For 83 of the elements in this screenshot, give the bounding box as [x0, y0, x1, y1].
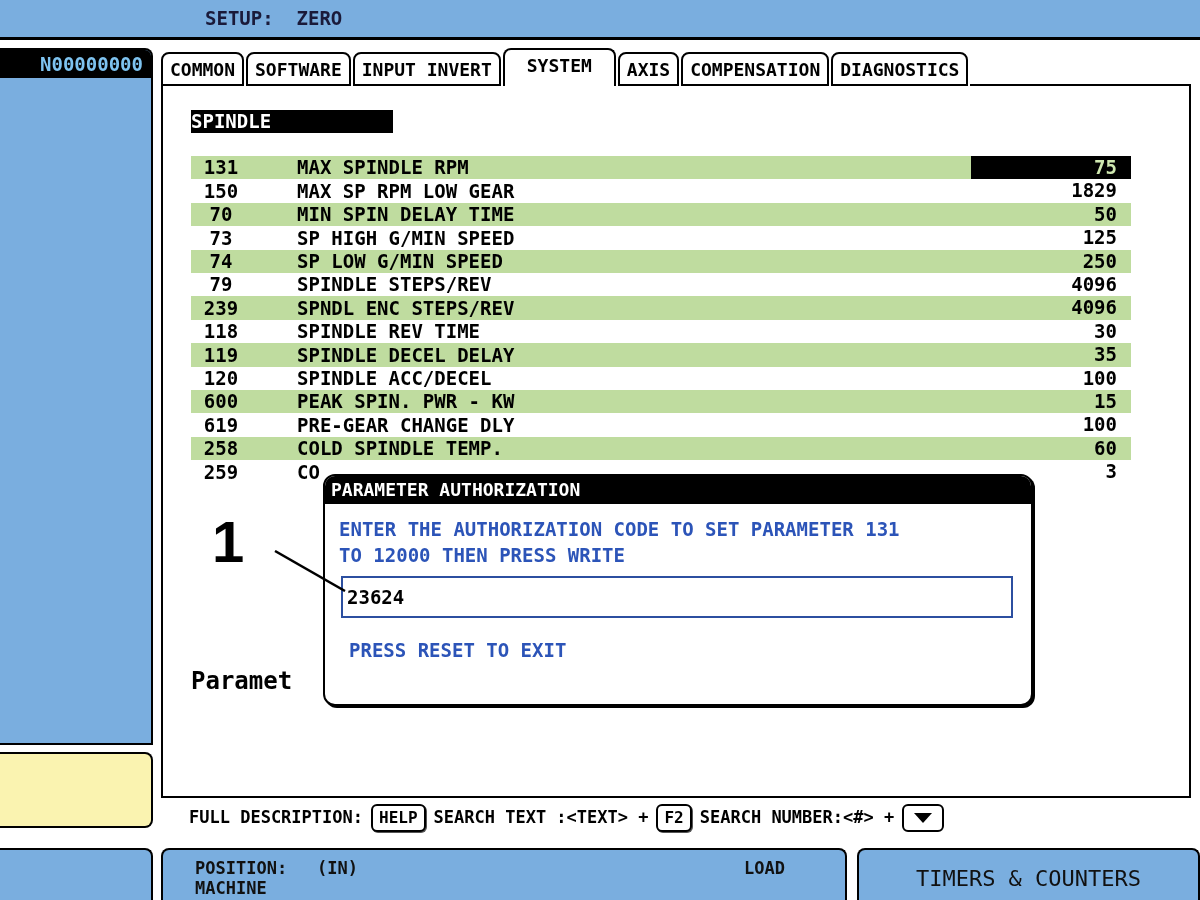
parameter-name: COLD SPINDLE TEMP. — [297, 436, 504, 462]
tab[interactable]: SOFTWARE — [246, 52, 351, 86]
dialog-message: ENTER THE AUTHORIZATION CODE TO SET PARAMETER 131 TO 12000 THEN PRESS WRITE — [339, 517, 901, 568]
parameter-number: 120 — [202, 365, 240, 391]
parameter-row[interactable]: 600 PEAK SPIN. PWR - KW 15 — [191, 389, 1131, 414]
parameter-number: 79 — [208, 272, 234, 298]
parameter-name: SPINDLE REV TIME — [297, 319, 482, 345]
parameter-name: PEAK SPIN. PWR - KW — [297, 389, 516, 415]
parameter-value: 100 — [1081, 413, 1118, 437]
parameter-value: 35 — [1093, 343, 1118, 367]
section-heading: SPINDLE — [191, 110, 393, 133]
parameter-number: 259 — [202, 459, 240, 485]
tab[interactable]: INPUT INVERT — [352, 52, 501, 86]
parameter-value: 50 — [1093, 202, 1118, 227]
parameter-number: 131 — [202, 155, 240, 181]
unit-label: (IN) — [317, 858, 358, 878]
parameter-number: 70 — [208, 202, 234, 228]
parameter-value: 3 — [1104, 460, 1118, 484]
parameter-name: PRE-GEAR CHANGE DLY — [297, 412, 516, 438]
help-label: FULL DESCRIPTION: — [189, 806, 363, 830]
parameter-name: SPINDLE DECEL DELAY — [297, 342, 516, 368]
parameter-number: 258 — [202, 436, 240, 462]
parameter-value: 4096 — [1070, 272, 1118, 297]
callout-number: 1 — [212, 512, 245, 572]
parameter-row[interactable]: 258 COLD SPINDLE TEMP. 60 — [191, 436, 1131, 461]
tab[interactable]: AXIS — [617, 52, 680, 86]
parameter-row[interactable]: 79 SPINDLE STEPS/REV 4096 — [191, 272, 1131, 297]
position-title: POSITION: — [195, 858, 289, 878]
parameter-number: 118 — [202, 319, 240, 345]
parameter-value: 15 — [1093, 389, 1118, 414]
parameter-number: 150 — [202, 178, 240, 204]
parameter-row[interactable]: 73 SP HIGH G/MIN SPEED 125 — [191, 226, 1131, 250]
timers-title: TIMERS & COUNTERS — [915, 866, 1142, 891]
tab[interactable]: DIAGNOSTICS — [831, 52, 969, 86]
parameter-value: 250 — [1081, 249, 1118, 273]
tab[interactable]: COMPENSATION — [681, 52, 830, 86]
tab[interactable]: COMMON — [161, 52, 245, 86]
description-text: Paramet — [191, 666, 294, 698]
parameter-row[interactable]: 150 MAX SP RPM LOW GEAR 1829 — [191, 179, 1131, 203]
parameter-value: 100 — [1081, 366, 1118, 390]
tab[interactable]: SYSTEM — [502, 48, 616, 86]
help-label: SEARCH NUMBER:<#> + — [699, 806, 895, 830]
parameter-row[interactable]: 119 SPINDLE DECEL DELAY 35 — [191, 343, 1131, 367]
parameter-value: 60 — [1093, 436, 1118, 461]
parameter-number: 600 — [202, 389, 240, 415]
parameter-row[interactable]: 74 SP LOW G/MIN SPEED 250 — [191, 249, 1131, 273]
parameter-value: 30 — [1093, 319, 1118, 344]
parameter-name: SP LOW G/MIN SPEED — [297, 249, 504, 274]
parameter-value: 75 — [971, 156, 1131, 180]
down-key-button[interactable] — [902, 804, 945, 832]
load-label: LOAD — [744, 858, 785, 878]
key-button[interactable]: F2 — [656, 804, 692, 832]
parameter-number: 74 — [208, 249, 234, 274]
parameter-name: SPINDLE STEPS/REV — [297, 272, 493, 298]
parameter-number: 239 — [202, 295, 240, 321]
parameter-row[interactable]: 619 PRE-GEAR CHANGE DLY 100 — [191, 413, 1131, 437]
parameter-row[interactable]: 120 SPINDLE ACC/DECEL 100 — [191, 366, 1131, 390]
mode-label: MACHINE — [195, 878, 268, 898]
parameter-number: 119 — [202, 342, 240, 368]
parameter-value: 125 — [1081, 226, 1118, 250]
parameter-row[interactable]: 239 SPNDL ENC STEPS/REV 4096 — [191, 296, 1131, 320]
parameter-name: SPNDL ENC STEPS/REV — [297, 295, 516, 321]
parameter-row[interactable]: 118 SPINDLE REV TIME 30 — [191, 319, 1131, 344]
screen-title: SETUP: ZERO — [205, 6, 343, 32]
parameter-name: SPINDLE ACC/DECEL — [297, 365, 493, 391]
program-number: N00000000 — [0, 50, 151, 78]
parameter-number: 619 — [202, 412, 240, 438]
dialog-hint: PRESS RESET TO EXIT — [349, 638, 568, 663]
parameter-name: CO — [297, 459, 321, 485]
parameter-name: MAX SPINDLE RPM — [297, 155, 470, 181]
parameter-name: MIN SPIN DELAY TIME — [297, 202, 516, 228]
parameter-name: MAX SP RPM LOW GEAR — [297, 178, 516, 204]
dialog-title: PARAMETER AUTHORIZATION — [325, 476, 1031, 504]
down-arrow-icon — [913, 812, 934, 824]
key-button[interactable]: HELP — [371, 804, 426, 832]
parameter-name: SP HIGH G/MIN SPEED — [297, 225, 516, 251]
authorization-code-field[interactable]: 23624 — [341, 576, 1013, 618]
parameter-number: 73 — [208, 225, 234, 251]
parameter-value: 1829 — [1070, 179, 1118, 203]
help-label: SEARCH TEXT :<TEXT> + — [433, 806, 649, 830]
parameter-row[interactable]: 131 MAX SPINDLE RPM 75 — [191, 156, 1131, 180]
parameter-row[interactable]: 70 MIN SPIN DELAY TIME 50 — [191, 202, 1131, 227]
parameter-value: 4096 — [1070, 296, 1118, 320]
